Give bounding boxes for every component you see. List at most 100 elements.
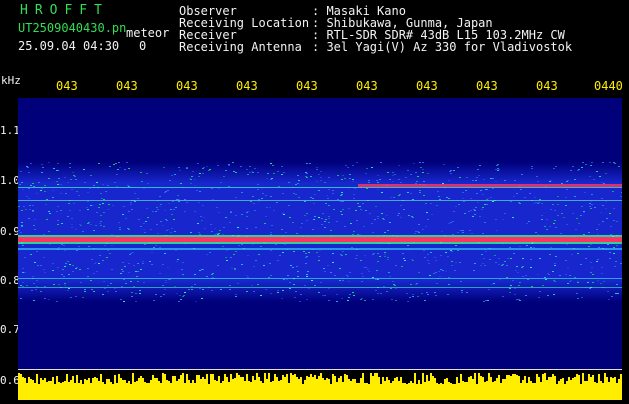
noise-pixel [342, 280, 344, 281]
noise-pixel [297, 271, 299, 272]
noise-pixel [137, 281, 139, 282]
noise-pixel [462, 230, 464, 231]
amplitude-bar [348, 379, 350, 400]
amplitude-bar [432, 376, 434, 400]
noise-pixel [99, 223, 101, 224]
noise-pixel [377, 182, 379, 183]
amplitude-bar [274, 374, 276, 400]
noise-pixel [26, 285, 28, 286]
amplitude-bar [146, 383, 148, 400]
noise-pixel [229, 289, 231, 290]
noise-pixel [305, 176, 307, 177]
noise-pixel [360, 209, 362, 210]
noise-pixel [550, 247, 552, 248]
noise-pixel [208, 170, 210, 171]
noise-pixel [241, 244, 243, 245]
noise-pixel [33, 186, 35, 187]
amplitude-bar [534, 383, 536, 400]
noise-pixel [359, 234, 361, 235]
noise-pixel [421, 293, 423, 294]
noise-pixel [119, 229, 121, 230]
noise-pixel [32, 183, 34, 184]
noise-pixel [156, 224, 158, 225]
noise-pixel [581, 167, 583, 168]
noise-pixel [150, 229, 152, 230]
amplitude-bar [540, 382, 542, 400]
noise-pixel [143, 282, 145, 283]
noise-pixel [502, 219, 504, 220]
amplitude-bar [532, 383, 534, 400]
amplitude-bar [86, 380, 88, 400]
noise-pixel [225, 257, 227, 258]
noise-pixel [357, 234, 359, 235]
noise-pixel [601, 198, 603, 199]
noise-pixel [128, 211, 130, 212]
noise-pixel [134, 193, 136, 194]
noise-pixel [447, 294, 449, 295]
noise-pixel [320, 171, 322, 172]
noise-pixel [230, 212, 232, 213]
y-tick-0-6: 0.6 [0, 374, 20, 387]
noise-pixel [206, 254, 208, 255]
amplitude-bar [242, 377, 244, 400]
amplitude-bar [254, 380, 256, 400]
noise-pixel [29, 209, 31, 210]
amplitude-bar [80, 380, 82, 400]
noise-pixel [371, 167, 373, 168]
noise-pixel [235, 172, 237, 173]
noise-pixel [412, 296, 414, 297]
amplitude-bar [308, 377, 310, 400]
noise-pixel [294, 297, 296, 298]
noise-pixel [565, 260, 567, 261]
noise-pixel [539, 199, 541, 200]
noise-pixel [71, 189, 73, 190]
noise-pixel [498, 169, 500, 170]
noise-pixel [261, 198, 263, 199]
noise-pixel [425, 226, 427, 227]
amplitude-bar [218, 376, 220, 400]
noise-pixel [616, 284, 618, 285]
noise-pixel [128, 186, 130, 187]
noise-pixel [297, 175, 299, 176]
noise-pixel [111, 269, 113, 270]
noise-pixel [307, 271, 309, 272]
noise-pixel [109, 166, 111, 167]
noise-pixel [561, 213, 563, 214]
amplitude-bar [214, 380, 216, 400]
noise-pixel [596, 171, 598, 172]
noise-pixel [306, 173, 308, 174]
noise-pixel [462, 232, 464, 233]
noise-pixel [252, 172, 254, 173]
amplitude-bar [592, 375, 594, 400]
noise-pixel [605, 173, 607, 174]
noise-pixel [474, 210, 476, 211]
amplitude-bar [556, 384, 558, 400]
noise-pixel [34, 262, 36, 263]
noise-pixel [509, 292, 511, 293]
amplitude-bar [618, 379, 620, 400]
noise-pixel [151, 252, 153, 253]
noise-pixel [28, 172, 30, 173]
noise-pixel [198, 176, 200, 177]
amplitude-bar [494, 381, 496, 400]
noise-pixel [449, 171, 451, 172]
noise-pixel [157, 233, 159, 234]
amplitude-bar [596, 383, 598, 400]
antenna-label: Receiving Antenna [179, 40, 302, 54]
noise-pixel [178, 167, 180, 168]
time-tick-9: 043 [536, 79, 558, 93]
noise-pixel [341, 214, 343, 215]
noise-pixel [210, 224, 212, 225]
noise-pixel [310, 197, 312, 198]
noise-pixel [533, 203, 535, 204]
noise-pixel [506, 277, 508, 278]
noise-pixel [496, 165, 498, 166]
noise-pixel [157, 209, 159, 210]
noise-pixel [136, 276, 138, 277]
noise-pixel [424, 300, 426, 301]
noise-pixel [69, 264, 71, 265]
noise-pixel [527, 279, 529, 280]
noise-pixel [194, 211, 196, 212]
noise-pixel [601, 267, 603, 268]
noise-pixel [257, 172, 259, 173]
